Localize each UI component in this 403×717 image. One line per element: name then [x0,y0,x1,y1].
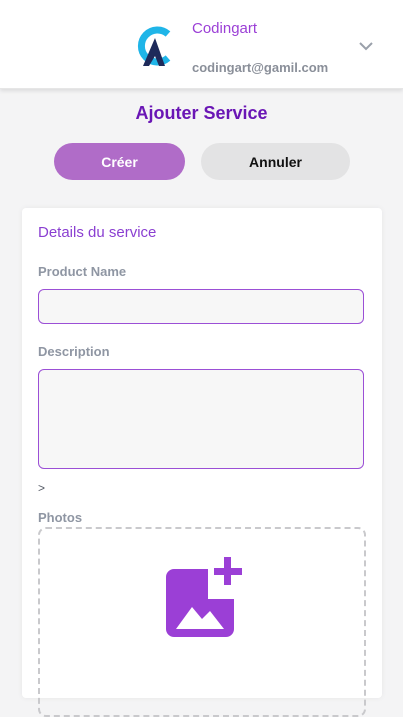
page-title: Ajouter Service [135,103,268,123]
service-details-card: Details du service Product Name Descript… [22,208,382,717]
user-email: codingart@gamil.com [192,60,329,75]
section-title: Details du service [38,224,157,241]
product-name-input[interactable] [38,289,364,324]
product-name-label: Product Name [38,264,127,279]
photos-label: Photos [38,510,83,525]
create-button[interactable]: Créer [54,143,185,180]
brand-name: Codingart [192,20,258,37]
add-photo-icon[interactable] [164,555,248,639]
cancel-button[interactable]: Annuler [201,143,350,180]
codingart-logo-icon [137,26,171,66]
expand-marker[interactable]: > [38,481,45,495]
app-header: Codingart codingart@gamil.com [0,0,403,89]
chevron-down-icon[interactable] [358,40,374,52]
description-label: Description [38,344,110,359]
description-textarea[interactable] [38,369,364,469]
